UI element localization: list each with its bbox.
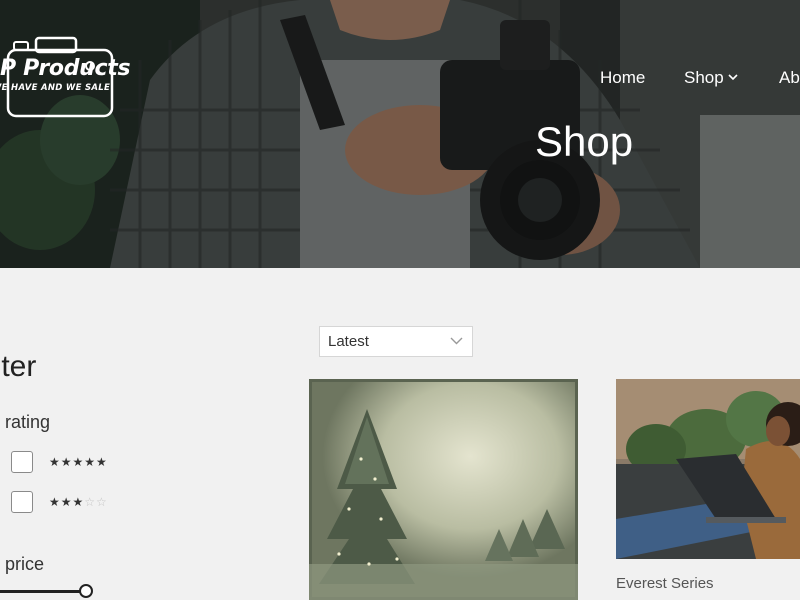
rating-3-stars: ★★★☆☆: [49, 495, 108, 509]
filter-heading: ilter: [0, 350, 37, 383]
rating-5-checkbox[interactable]: [11, 451, 33, 473]
chevron-down-icon: [450, 337, 463, 345]
nav-shop-link[interactable]: Shop: [684, 68, 738, 88]
rating-filter-heading: y rating: [0, 412, 50, 433]
sort-selected-value: Latest: [328, 333, 369, 350]
nav-home-link[interactable]: Home: [600, 68, 645, 88]
product-name-everest-series[interactable]: Everest Series: [616, 575, 714, 592]
rating-heading-text: rating: [5, 412, 51, 432]
star-filled-icon: ★★★: [49, 495, 85, 509]
price-filter-heading: y price: [0, 554, 44, 575]
product-image-christmas-backdrop[interactable]: [309, 379, 578, 600]
page-title: Shop: [535, 118, 634, 165]
price-slider-handle[interactable]: [79, 584, 93, 598]
price-heading-text: price: [5, 554, 45, 574]
price-slider-track[interactable]: [0, 590, 86, 593]
woman-with-laptop-image: [616, 379, 800, 559]
sort-select[interactable]: Latest: [319, 326, 473, 357]
product-image-everest-series[interactable]: [616, 379, 800, 559]
christmas-tree-backdrop-image: [309, 379, 578, 600]
nav-shop-label: Shop: [684, 68, 724, 87]
star-empty-icon: ☆☆: [84, 495, 108, 509]
hero-banner: P Products WE HAVE AND WE SALE Home Shop…: [0, 0, 800, 268]
star-filled-icon: ★★★★★: [49, 455, 108, 469]
nav-about-link[interactable]: Ab: [779, 68, 800, 88]
main-nav: Home Shop Ab: [0, 68, 800, 92]
rating-3-checkbox[interactable]: [11, 491, 33, 513]
rating-5-stars: ★★★★★: [49, 455, 108, 469]
chevron-down-icon: [728, 74, 738, 81]
